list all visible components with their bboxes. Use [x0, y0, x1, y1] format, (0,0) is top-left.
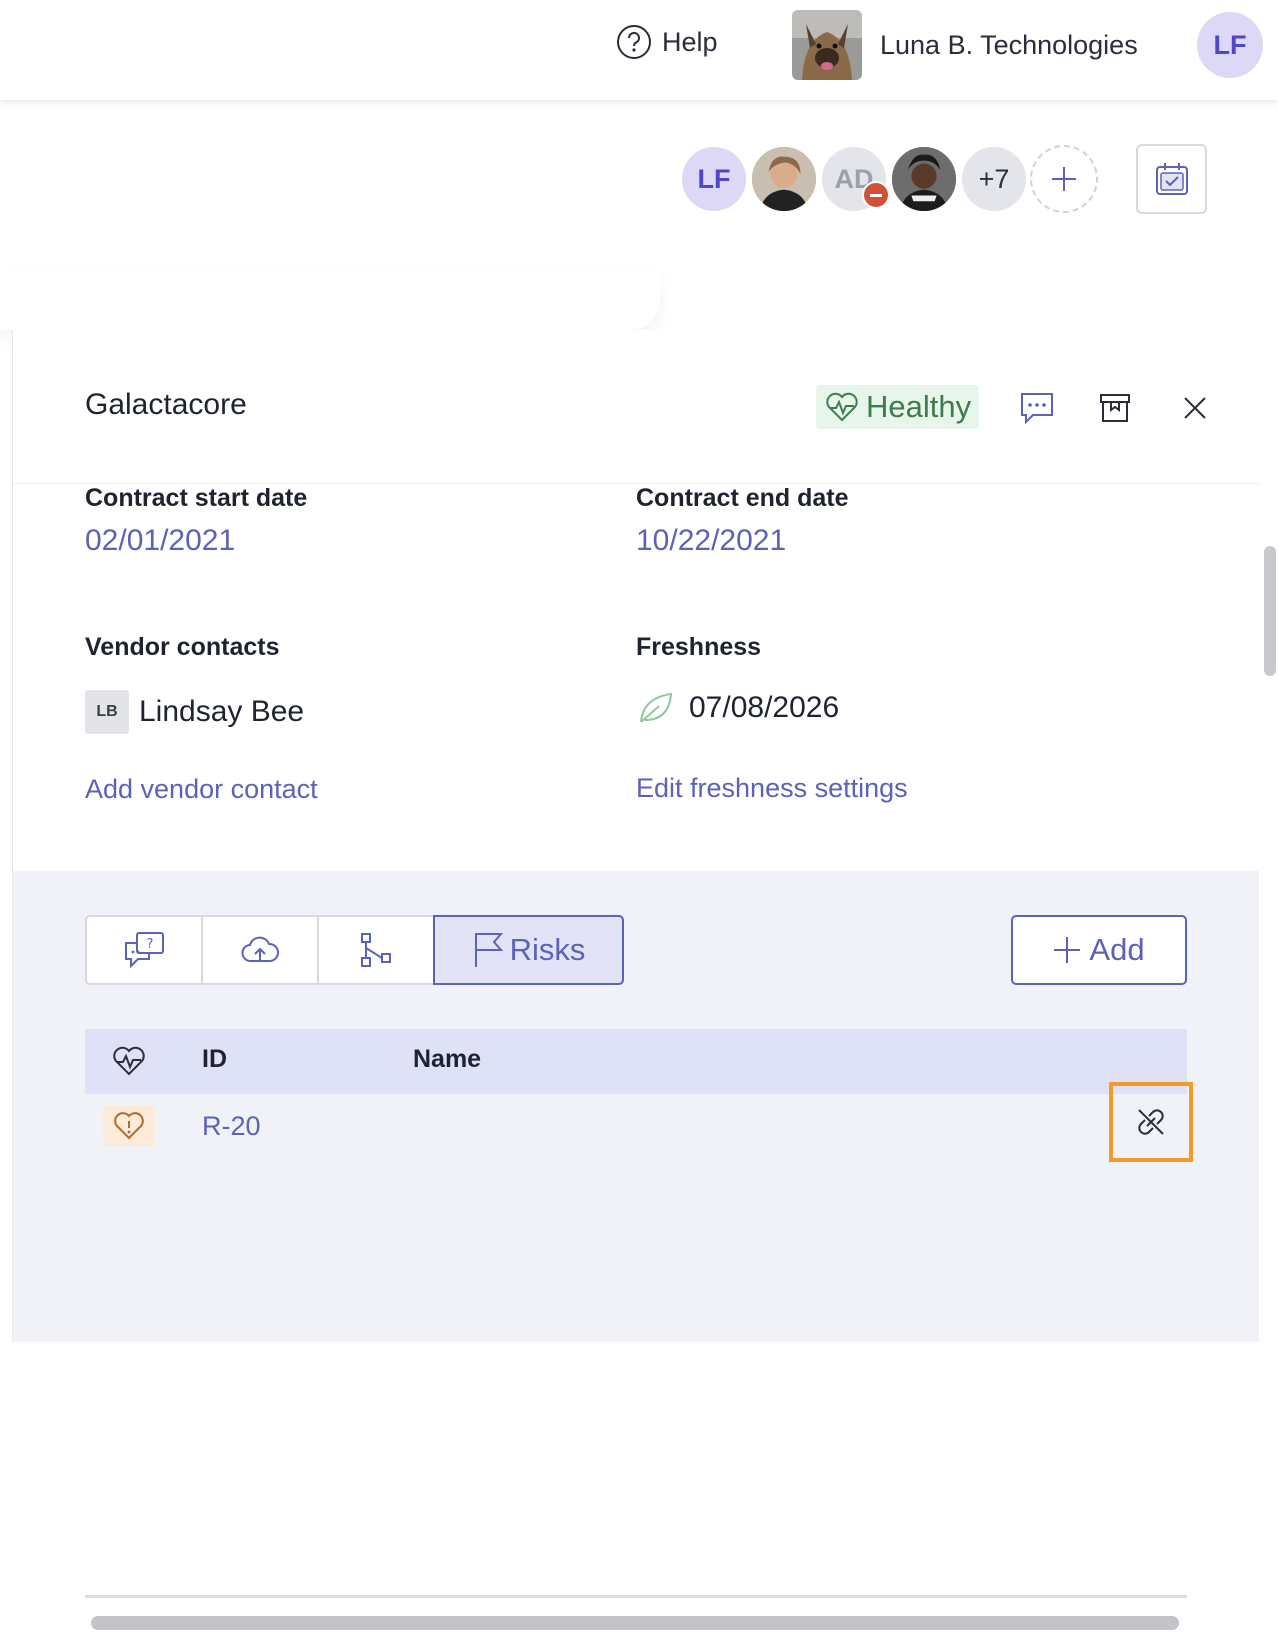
contract-end-date[interactable]: 10/22/2021	[636, 524, 786, 558]
freshness-date: 07/08/2026	[689, 691, 840, 724]
workflow-icon	[361, 933, 391, 967]
calendar-check-button[interactable]	[1136, 144, 1207, 214]
leaf-icon	[640, 692, 673, 723]
vendor-contact[interactable]: LB Lindsay Bee	[85, 690, 304, 734]
add-button[interactable]: Add	[1011, 915, 1187, 985]
top-bar: Help Luna B. Technologies LF	[0, 0, 1278, 100]
avatar[interactable]	[890, 145, 958, 213]
help-label: Help	[662, 26, 718, 57]
tab-uploads[interactable]	[201, 915, 319, 985]
related-items-section: ? Risks Add ID Name R-20	[13, 871, 1259, 1638]
divider	[0, 270, 660, 330]
contract-start-label: Contract start date	[85, 484, 308, 512]
warning-heart-icon	[103, 1106, 155, 1146]
table-row[interactable]: R-20	[85, 1082, 1193, 1162]
column-header-name[interactable]: Name	[413, 1045, 481, 1074]
status-badge: Healthy	[816, 385, 980, 429]
status-label: Healthy	[866, 389, 972, 424]
heart-pulse-icon	[113, 1046, 145, 1076]
org-name: Luna B. Technologies	[880, 29, 1138, 60]
contract-end-label: Contract end date	[636, 484, 849, 512]
panel-header: Galactacore Healthy	[13, 330, 1259, 484]
comment-icon	[1021, 393, 1053, 425]
vertical-scrollbar[interactable]	[1264, 546, 1276, 676]
plus-icon	[1052, 167, 1076, 191]
add-button-label: Add	[1089, 932, 1145, 967]
close-button[interactable]	[1175, 388, 1215, 428]
tab-workflows[interactable]	[317, 915, 435, 985]
removed-badge-icon	[862, 181, 890, 209]
horizontal-scrollbar[interactable]	[85, 1608, 1187, 1638]
questions-chat-icon: ?	[125, 932, 164, 969]
comments-button[interactable]	[1017, 388, 1057, 428]
table-header: ID Name	[85, 1029, 1187, 1093]
avatar[interactable]	[750, 145, 818, 213]
plus-icon	[1054, 937, 1081, 963]
close-icon	[1184, 397, 1206, 419]
risk-id-link[interactable]: R-20	[202, 1111, 261, 1142]
calendar-check-icon	[1155, 163, 1188, 195]
more-collaborators-count[interactable]: +7	[960, 145, 1028, 213]
table-bottom-divider	[85, 1595, 1187, 1598]
column-header-id[interactable]: ID	[202, 1045, 227, 1074]
risks-table: ID Name R-20	[85, 1029, 1193, 1162]
avatar[interactable]: LF	[680, 145, 748, 213]
tab-risks-label: Risks	[509, 932, 586, 967]
vendor-name: Galactacore	[85, 388, 247, 421]
edit-freshness-settings-link[interactable]: Edit freshness settings	[636, 773, 908, 804]
collaborator-avatars: LF AD +7	[680, 145, 1110, 215]
contract-start-date[interactable]: 02/01/2021	[85, 524, 235, 558]
svg-text:?: ?	[147, 937, 154, 952]
unlink-button[interactable]	[1109, 1082, 1193, 1162]
tab-bar: ? Risks	[85, 915, 624, 985]
add-collaborator-button[interactable]	[1030, 145, 1098, 213]
contact-avatar: LB	[85, 690, 129, 734]
contact-name: Lindsay Bee	[139, 695, 305, 728]
vendor-detail-panel: Galactacore Healthy Contract start date …	[12, 330, 1259, 1638]
archive-button[interactable]	[1095, 388, 1135, 428]
unlink-icon	[1138, 1109, 1164, 1135]
heart-pulse-icon	[826, 392, 858, 422]
freshness-label: Freshness	[636, 633, 762, 661]
add-vendor-contact-link[interactable]: Add vendor contact	[85, 774, 318, 805]
vendor-contacts-label: Vendor contacts	[85, 633, 280, 661]
org-switcher[interactable]: Luna B. Technologies	[792, 10, 1138, 80]
user-avatar[interactable]: LF	[1197, 12, 1263, 78]
flag-icon	[474, 933, 503, 967]
scrollbar-thumb[interactable]	[91, 1616, 1179, 1630]
freshness-value: 07/08/2026	[637, 690, 839, 726]
archive-icon	[1100, 394, 1130, 422]
help-icon	[617, 25, 651, 59]
help-button[interactable]: Help	[616, 24, 718, 60]
org-logo	[792, 10, 862, 80]
cloud-upload-icon	[241, 936, 279, 962]
tab-questionnaires[interactable]: ?	[85, 915, 203, 985]
avatar[interactable]: AD	[820, 145, 890, 213]
tab-risks[interactable]: Risks	[433, 915, 624, 985]
